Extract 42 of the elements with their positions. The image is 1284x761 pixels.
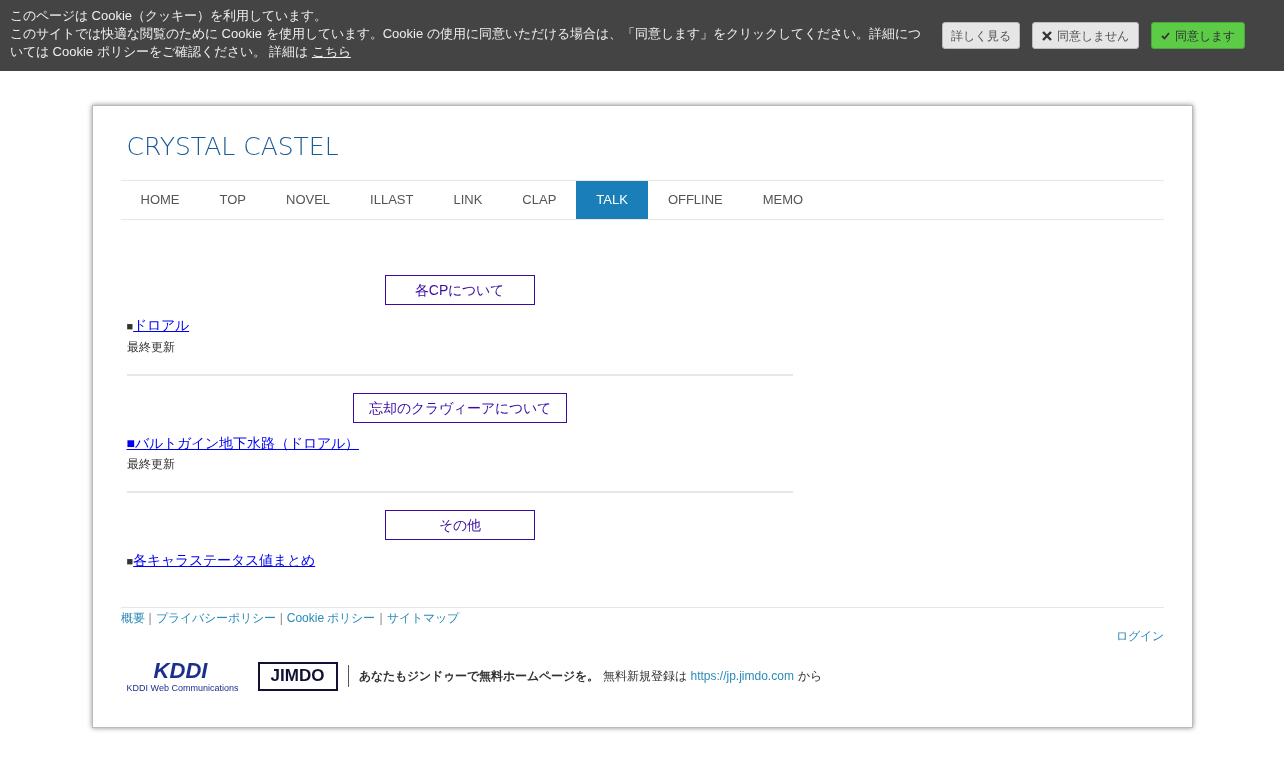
footer-link[interactable]: Cookie ポリシー (286, 609, 376, 627)
decline-button[interactable]: 同意しません (1032, 22, 1139, 49)
banner-message: このサイトでは快適な閲覧のために Cookie を使用しています。Cookie の使用に同意いただける場合は、「同意します」をクリックしてください。詳細については Cookie ポリシーをご確認ください。 詳細は こちら (10, 25, 922, 61)
site-title: CRYSTAL CASTEL (125, 131, 340, 163)
promo-text: あなたもジンドゥーで無料ホームページを。 (358, 668, 599, 685)
cross-icon (1042, 30, 1052, 41)
separator: | (148, 610, 152, 627)
jimdo-logo: JIMDO (257, 661, 338, 691)
nav-tab[interactable]: NOVEL (266, 181, 351, 219)
nav-tab[interactable]: TOP (199, 181, 266, 219)
nav-tab[interactable]: LINK (433, 181, 503, 219)
jimdo-link[interactable]: https://jp.jimdo.com (690, 667, 794, 685)
section-heading: 各CPについて (384, 275, 535, 305)
nav-tab[interactable]: OFFLINE (647, 181, 743, 219)
bullet-mark: ■ (126, 320, 134, 332)
nav-tab[interactable]: MEMO (742, 181, 824, 219)
section-heading: その他 (384, 510, 535, 540)
nav-tab[interactable]: HOME (120, 181, 200, 219)
footer-link[interactable]: プライバシーポリシー (155, 609, 276, 627)
kddi-logo: KDDI KDDI Web Communications (125, 659, 240, 693)
promo-text: 無料新規登録は (602, 668, 687, 685)
item-link[interactable]: ■バルトガイン地下水路（ドロアル） (126, 435, 359, 451)
footer-link[interactable]: サイトマップ (386, 609, 459, 627)
details-link[interactable]: こちら (311, 44, 351, 59)
section-heading: 忘却のクラヴィーアについて (352, 393, 567, 423)
check-icon (1161, 31, 1170, 40)
footer-link[interactable]: 概要 (120, 609, 145, 627)
login-link[interactable]: ログイン (1115, 627, 1164, 645)
item-link[interactable]: ドロアル (133, 317, 190, 333)
separator: | (379, 610, 383, 627)
promo-text: から (797, 668, 822, 685)
plain-button[interactable]: 詳しく見る (942, 22, 1020, 49)
nav-tab[interactable]: CLAP (502, 181, 577, 219)
nav-tab[interactable]: ILLAST (350, 181, 434, 219)
item-link[interactable]: 各キャラステータス値まとめ (133, 552, 316, 568)
separator: | (279, 610, 283, 627)
nav-tab[interactable]: TALK (576, 181, 648, 219)
last-updated-label: 最終更新 (126, 456, 176, 473)
accept-button[interactable]: 同意します (1151, 22, 1245, 49)
last-updated-label: 最終更新 (126, 339, 176, 356)
banner-title: このページは Cookie（クッキー）を利用しています。 (10, 7, 329, 25)
bullet-mark: ■ (126, 555, 134, 567)
